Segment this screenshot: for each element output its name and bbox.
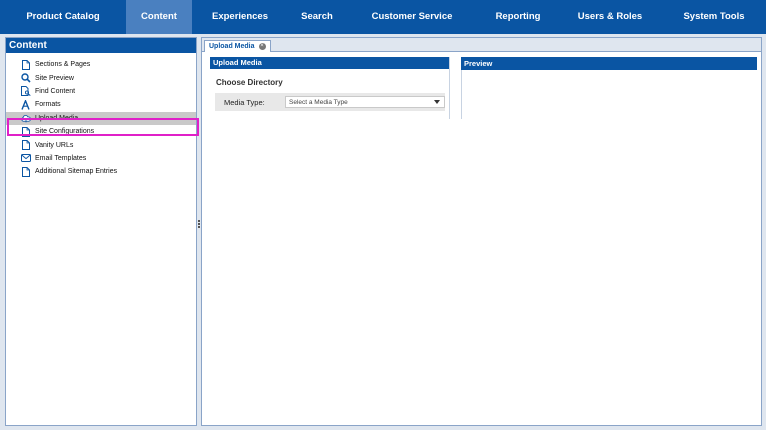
preview-panel: Preview xyxy=(461,57,757,119)
font-format-icon xyxy=(21,99,31,110)
envelope-icon xyxy=(21,153,31,164)
sidebar-item-vanity-urls[interactable]: Vanity URLs xyxy=(6,138,196,151)
upload-media-header: Upload Media xyxy=(210,57,449,69)
preview-header: Preview xyxy=(461,57,757,70)
sidebar-item-label: Formats xyxy=(35,101,61,109)
tab-upload-media[interactable]: Upload Media × xyxy=(204,40,271,52)
sidebar-item-label: Upload Media xyxy=(35,114,79,122)
content-sidebar: Content Sections & Pages Site Preview Fi… xyxy=(5,37,199,426)
close-icon[interactable]: × xyxy=(258,43,266,50)
workspace: Content Sections & Pages Site Preview Fi… xyxy=(0,34,766,430)
nav-system-tools[interactable]: System Tools xyxy=(662,0,766,34)
page-icon xyxy=(21,166,31,177)
sidebar-item-sections-pages[interactable]: Sections & Pages xyxy=(6,58,196,71)
sidebar-item-upload-media[interactable]: Upload Media xyxy=(6,111,196,125)
page-icon xyxy=(21,59,31,70)
sidebar-item-email-templates[interactable]: Email Templates xyxy=(6,152,196,165)
media-type-select[interactable]: Select a Media Type xyxy=(285,96,445,108)
sidebar-item-site-configurations[interactable]: Site Configurations xyxy=(6,125,196,138)
upload-media-form: Upload Media Choose Directory Media Type… xyxy=(210,57,450,119)
cloud-upload-icon xyxy=(21,113,31,124)
page-icon xyxy=(21,140,31,151)
sidebar-item-label: Sections & Pages xyxy=(35,61,91,69)
nav-experiences[interactable]: Experiences xyxy=(192,0,288,34)
media-type-row: Media Type: Select a Media Type xyxy=(215,93,445,111)
nav-users-roles[interactable]: Users & Roles xyxy=(558,0,662,34)
preview-divider xyxy=(461,70,462,119)
media-type-label: Media Type: xyxy=(224,97,265,107)
nav-customer-service[interactable]: Customer Service xyxy=(346,0,478,34)
nav-reporting[interactable]: Reporting xyxy=(478,0,558,34)
media-type-placeholder: Select a Media Type xyxy=(289,98,348,106)
sidebar-item-label: Vanity URLs xyxy=(35,141,74,149)
nav-product-catalog[interactable]: Product Catalog xyxy=(0,0,126,34)
sidebar-item-formats[interactable]: Formats xyxy=(6,98,196,111)
sidebar-item-label: Additional Sitemap Entries xyxy=(35,168,118,176)
tab-strip: Upload Media × xyxy=(202,38,761,52)
tab-label: Upload Media xyxy=(209,43,255,50)
sidebar-item-find-content[interactable]: Find Content xyxy=(6,85,196,98)
sidebar-item-site-preview[interactable]: Site Preview xyxy=(6,71,196,84)
sidebar-title: Content xyxy=(6,38,196,53)
page-search-icon xyxy=(21,86,31,97)
magnifier-icon xyxy=(21,73,31,84)
sidebar-item-label: Find Content xyxy=(35,87,76,95)
page-icon xyxy=(21,126,31,137)
main-panel: Upload Media × Upload Media Choose Direc… xyxy=(201,37,762,426)
sidebar-item-label: Site Preview xyxy=(35,74,74,82)
chevron-down-icon xyxy=(434,100,440,104)
sidebar-item-label: Email Templates xyxy=(35,154,87,162)
nav-search[interactable]: Search xyxy=(288,0,346,34)
content-tree: Sections & Pages Site Preview Find Conte… xyxy=(6,53,199,179)
nav-content[interactable]: Content xyxy=(126,0,192,34)
choose-directory-title: Choose Directory xyxy=(216,78,283,87)
sidebar-item-label: Site Configurations xyxy=(35,128,95,136)
sidebar-item-additional-sitemap-entries[interactable]: Additional Sitemap Entries xyxy=(6,165,196,178)
top-navigation-bar: Product Catalog Content Experiences Sear… xyxy=(0,0,766,34)
